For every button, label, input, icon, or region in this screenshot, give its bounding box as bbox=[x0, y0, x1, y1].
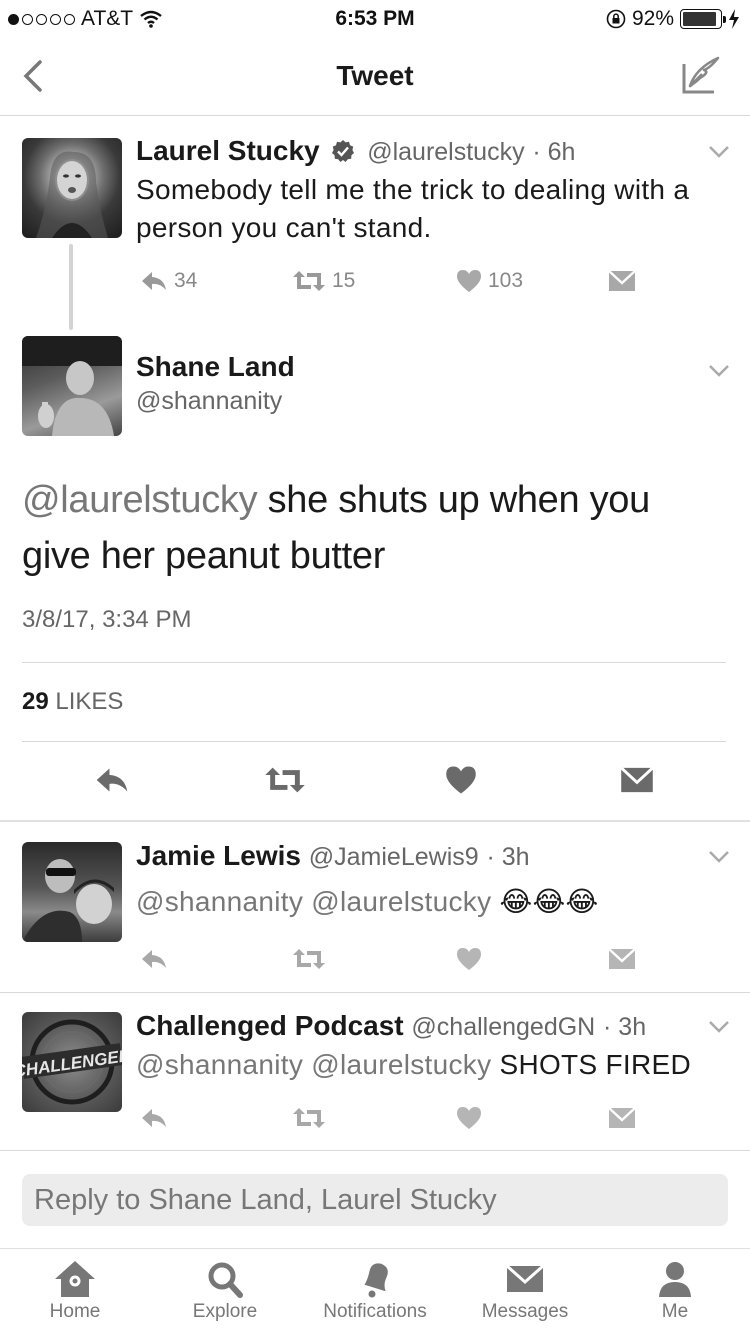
divider bbox=[22, 662, 726, 663]
handle[interactable]: @laurelstucky bbox=[367, 138, 524, 166]
heart-icon[interactable] bbox=[456, 947, 482, 971]
chevron-down-icon[interactable] bbox=[708, 1020, 730, 1034]
like-button[interactable]: 103 bbox=[456, 266, 523, 296]
divider bbox=[22, 741, 726, 742]
mention-links[interactable]: @shannanity @laurelstucky bbox=[136, 886, 491, 917]
main-tweet-text: @laurelstucky she shuts up when you give… bbox=[22, 472, 722, 584]
envelope-icon bbox=[506, 1264, 544, 1292]
search-icon bbox=[208, 1262, 243, 1298]
rotation-lock-icon bbox=[606, 9, 626, 29]
retweet-icon[interactable] bbox=[292, 947, 326, 971]
battery-percent: 92% bbox=[631, 7, 674, 30]
envelope-icon bbox=[608, 270, 636, 291]
nav-bar: Tweet bbox=[0, 40, 750, 116]
tab-label: Messages bbox=[481, 1301, 569, 1322]
likes-count: 29 bbox=[22, 688, 49, 715]
reply-icon[interactable] bbox=[140, 1107, 168, 1129]
tab-notifications[interactable]: Notifications bbox=[300, 1259, 450, 1323]
tweet-actions: 34 15 103 bbox=[136, 266, 656, 296]
display-name[interactable]: Challenged Podcast bbox=[136, 1010, 404, 1041]
reply-actions bbox=[136, 944, 656, 974]
person-icon bbox=[659, 1262, 691, 1297]
divider bbox=[0, 992, 750, 993]
display-name[interactable]: Jamie Lewis bbox=[136, 840, 301, 871]
display-name[interactable]: Shane Land bbox=[136, 351, 295, 382]
display-name[interactable]: Laurel Stucky bbox=[136, 135, 320, 166]
chevron-down-icon[interactable] bbox=[708, 145, 730, 159]
retweet-icon[interactable] bbox=[292, 1106, 326, 1130]
divider bbox=[0, 1150, 750, 1151]
envelope-icon[interactable] bbox=[608, 948, 636, 970]
heart-icon[interactable] bbox=[445, 765, 477, 795]
retweet-icon bbox=[293, 271, 325, 291]
retweet-button[interactable]: 15 bbox=[292, 266, 355, 296]
reply-actions bbox=[136, 1103, 656, 1133]
chevron-down-icon[interactable] bbox=[708, 364, 730, 378]
tweet-age: · 3h bbox=[603, 1013, 647, 1041]
tab-label: Me bbox=[661, 1301, 689, 1322]
battery-icon bbox=[680, 9, 726, 29]
charging-icon bbox=[729, 9, 739, 29]
compose-tweet-icon[interactable] bbox=[680, 54, 724, 98]
tweet-timestamp: 3/8/17, 3:34 PM bbox=[22, 606, 192, 633]
tab-label: Explore bbox=[192, 1301, 258, 1322]
mention-link[interactable]: @laurelstucky bbox=[22, 479, 258, 521]
home-icon bbox=[55, 1261, 95, 1297]
reply-text: @shannanity @laurelstucky SHOTS FIRED bbox=[136, 1046, 736, 1084]
main-tweet-actions bbox=[0, 760, 750, 800]
tweet-header: Laurel Stucky @laurelstucky · 6h bbox=[136, 135, 575, 167]
reply-button[interactable]: 34 bbox=[140, 266, 197, 296]
status-right: 92% bbox=[606, 7, 740, 31]
tab-label: Notifications bbox=[323, 1301, 427, 1322]
verified-badge-icon bbox=[332, 140, 355, 162]
envelope-icon[interactable] bbox=[620, 766, 654, 794]
reply-icon bbox=[142, 272, 166, 290]
retweet-icon[interactable] bbox=[264, 765, 306, 795]
likes-summary[interactable]: 29 LIKES bbox=[22, 688, 123, 716]
avatar-jamie-lewis[interactable] bbox=[22, 842, 122, 942]
section-divider bbox=[0, 820, 750, 822]
reply-text: @shannanity @laurelstucky 😂😂😂 bbox=[136, 883, 726, 921]
reply-header: Challenged Podcast @challengedGN · 3h bbox=[136, 1010, 646, 1042]
retweet-count: 15 bbox=[332, 269, 356, 292]
envelope-icon[interactable] bbox=[608, 1107, 636, 1129]
chevron-down-icon[interactable] bbox=[708, 850, 730, 864]
thread-connector bbox=[69, 244, 73, 330]
main-tweet-name: Shane Land bbox=[136, 351, 295, 383]
tweet-age: · 3h bbox=[486, 843, 530, 871]
tab-home[interactable]: Home bbox=[0, 1259, 150, 1323]
tab-explore[interactable]: Explore bbox=[150, 1259, 300, 1323]
bell-icon bbox=[364, 1263, 388, 1298]
tweet-body: SHOTS FIRED bbox=[491, 1049, 692, 1080]
heart-icon bbox=[457, 270, 481, 292]
tweet-age: · 6h bbox=[532, 138, 576, 166]
avatar-laurel-stucky[interactable] bbox=[22, 138, 122, 238]
likes-label: LIKES bbox=[55, 688, 124, 715]
tab-messages[interactable]: Messages bbox=[450, 1259, 600, 1323]
handle[interactable]: @challengedGN bbox=[411, 1013, 595, 1041]
reply-input[interactable]: Reply to Shane Land, Laurel Stucky bbox=[22, 1174, 728, 1226]
tweet-text: Somebody tell me the trick to dealing wi… bbox=[136, 174, 690, 243]
tweet-body: 😂😂😂 bbox=[491, 886, 599, 917]
reply-icon[interactable] bbox=[94, 766, 130, 794]
reply-icon[interactable] bbox=[140, 948, 168, 970]
avatar-shane-land[interactable] bbox=[22, 336, 122, 436]
tab-me[interactable]: Me bbox=[600, 1259, 750, 1323]
reply-header: Jamie Lewis @JamieLewis9 · 3h bbox=[136, 840, 530, 872]
dm-button[interactable] bbox=[608, 266, 636, 296]
reply-count: 34 bbox=[174, 269, 198, 292]
mention-links[interactable]: @shannanity @laurelstucky bbox=[136, 1049, 491, 1080]
like-count: 103 bbox=[488, 269, 524, 292]
page-title: Tweet bbox=[336, 60, 414, 91]
heart-icon[interactable] bbox=[456, 1106, 482, 1130]
handle[interactable]: @shannanity bbox=[136, 387, 282, 416]
status-bar: AT&T 6:53 PM 92% bbox=[0, 0, 750, 40]
tab-bar: Home Explore Notifications Messages Me bbox=[0, 1248, 750, 1333]
avatar-challenged-podcast[interactable]: CHALLENGED bbox=[22, 1012, 122, 1112]
handle[interactable]: @JamieLewis9 bbox=[309, 843, 479, 871]
tab-label: Home bbox=[49, 1301, 101, 1322]
